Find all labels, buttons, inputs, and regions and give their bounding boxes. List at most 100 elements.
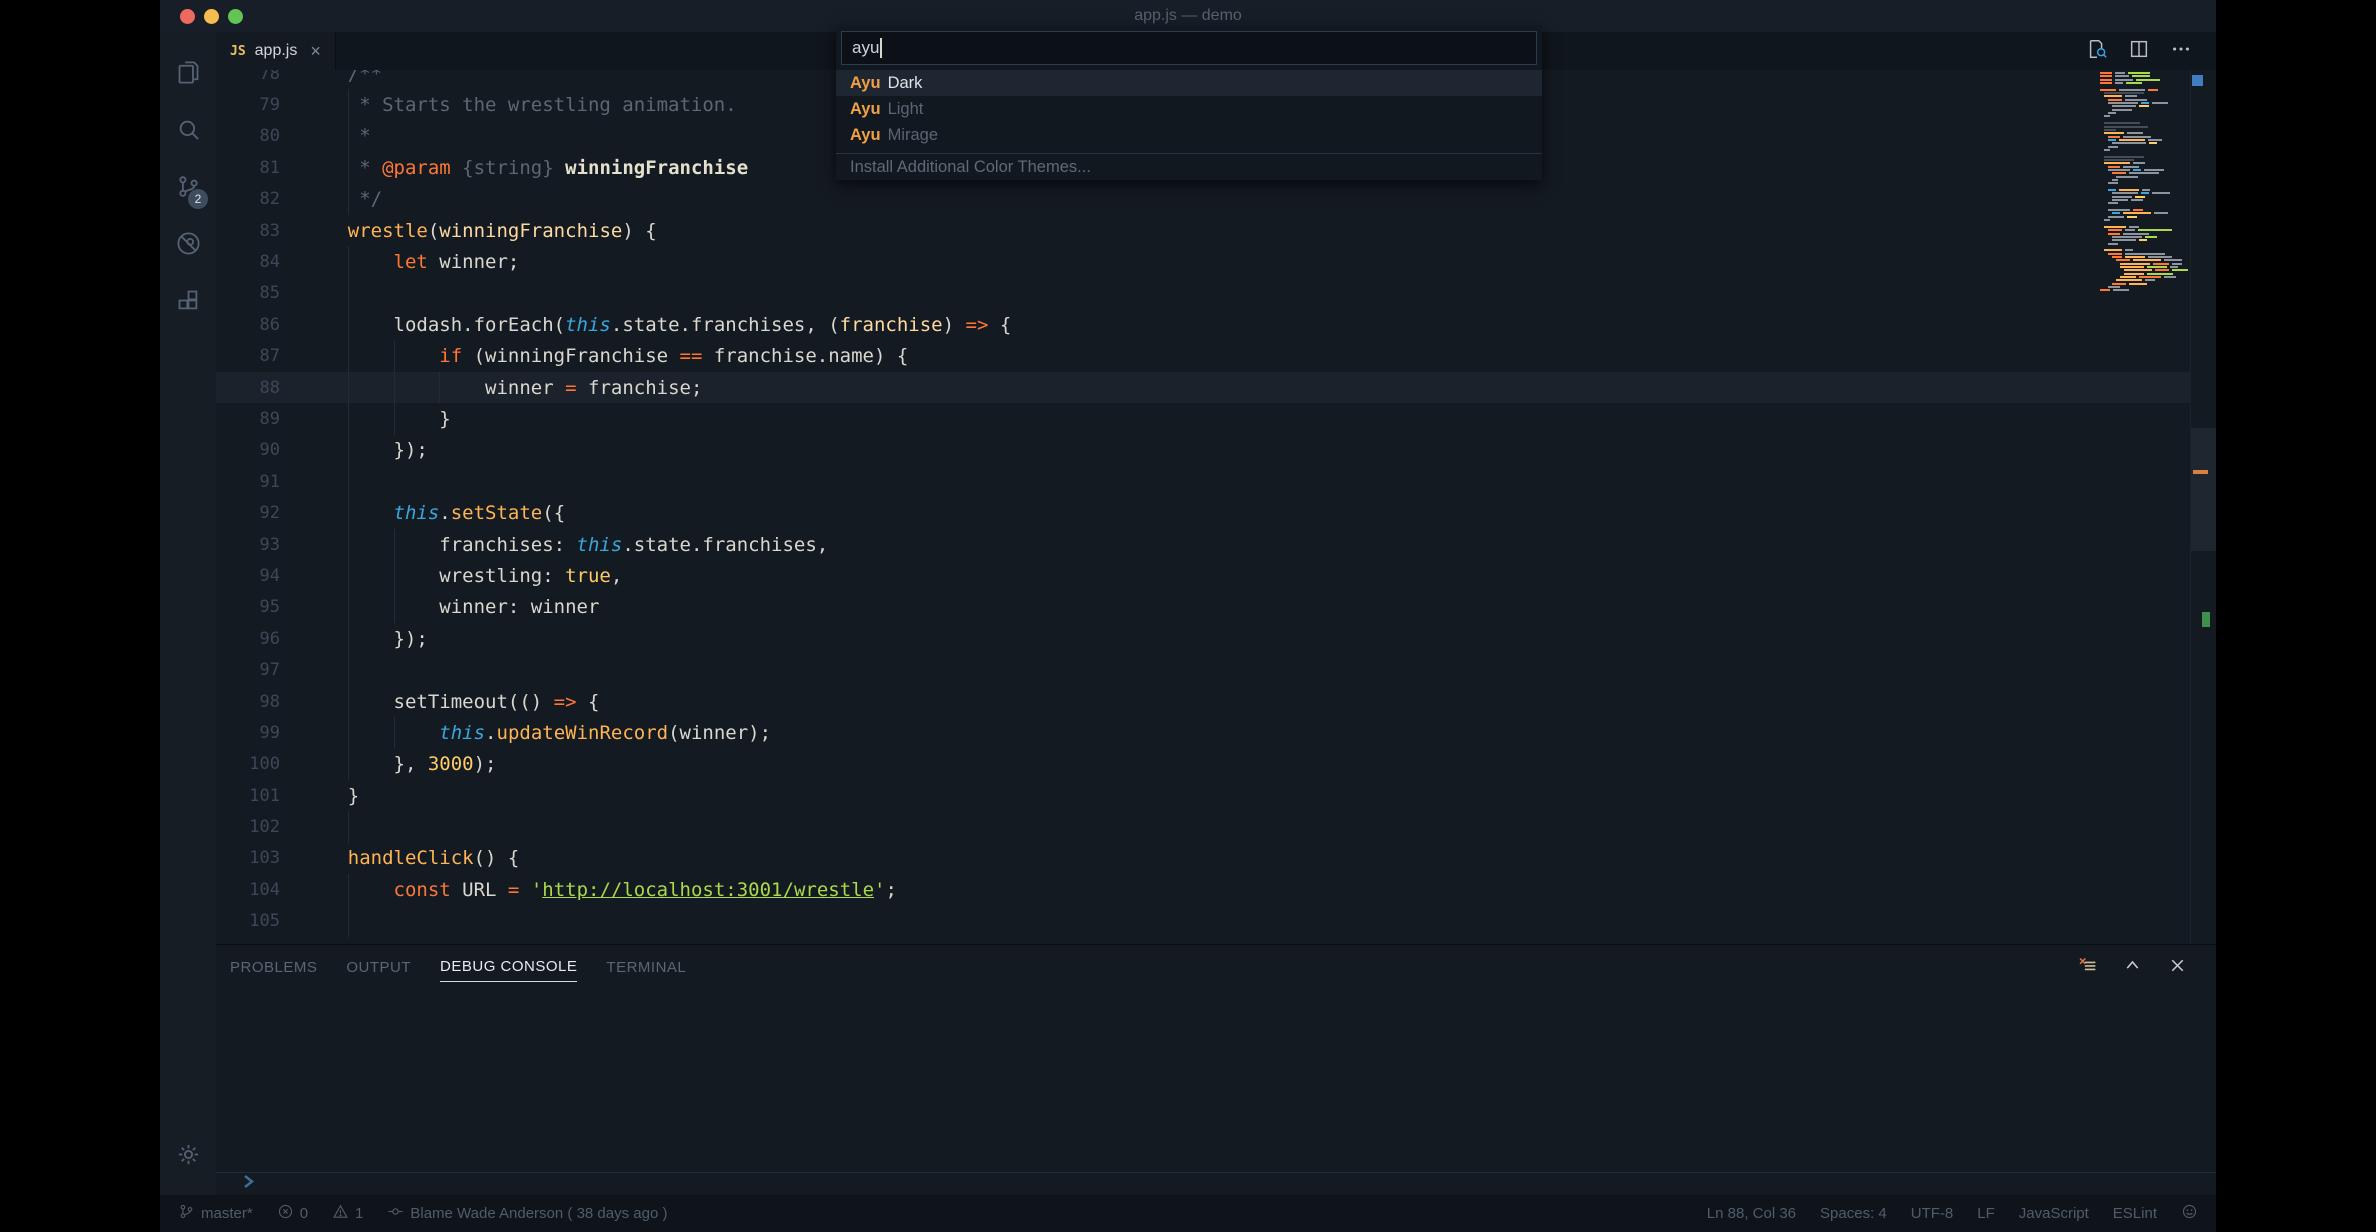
code-line[interactable]: 93 franchises: this.state.franchises, <box>216 529 2190 560</box>
line-number[interactable]: 100 <box>216 754 296 774</box>
status-item-javascript[interactable]: JavaScript <box>2019 1205 2089 1222</box>
code-line[interactable]: 91 <box>216 466 2190 497</box>
quick-pick-install-themes[interactable]: Install Additional Color Themes... <box>836 153 1542 180</box>
line-number[interactable]: 81 <box>216 158 296 178</box>
panel-tab-problems[interactable]: PROBLEMS <box>230 949 317 982</box>
status-item-utf-8[interactable]: UTF-8 <box>1911 1205 1954 1222</box>
debug-console-input[interactable] <box>216 1172 2216 1195</box>
status-item-ln-88-col-36[interactable]: Ln 88, Col 36 <box>1707 1205 1796 1222</box>
quick-pick-item-ayu-dark[interactable]: AyuDark <box>836 70 1542 96</box>
code-line[interactable]: 99 this.updateWinRecord(winner); <box>216 717 2190 748</box>
line-number[interactable]: 105 <box>216 911 296 931</box>
status-item-lf[interactable]: LF <box>1977 1205 1995 1222</box>
line-number[interactable]: 94 <box>216 566 296 586</box>
code-line[interactable]: 95 winner: winner <box>216 592 2190 623</box>
code-line[interactable]: 85 <box>216 278 2190 309</box>
code-line[interactable]: 103 handleClick() { <box>216 843 2190 874</box>
split-editor-icon[interactable] <box>2128 38 2150 65</box>
line-number[interactable]: 79 <box>216 95 296 115</box>
code-line[interactable]: 100 }, 3000); <box>216 749 2190 780</box>
line-number[interactable]: 89 <box>216 409 296 429</box>
activity-item-search[interactable] <box>160 103 216 160</box>
maximize-panel-icon[interactable] <box>2122 955 2143 981</box>
code-line[interactable]: 89 } <box>216 403 2190 434</box>
line-number[interactable]: 90 <box>216 440 296 460</box>
line-number[interactable]: 103 <box>216 848 296 868</box>
code-line[interactable]: 97 <box>216 654 2190 685</box>
line-number[interactable]: 86 <box>216 315 296 335</box>
line-number[interactable]: 101 <box>216 786 296 806</box>
line-number[interactable]: 91 <box>216 472 296 492</box>
code-line[interactable]: 101 } <box>216 780 2190 811</box>
minimize-window-button[interactable] <box>204 9 219 24</box>
code-line[interactable]: 102 <box>216 811 2190 842</box>
activity-item-source-control[interactable]: 2 <box>160 160 216 217</box>
code-line[interactable]: 94 wrestling: true, <box>216 560 2190 591</box>
line-number[interactable]: 93 <box>216 535 296 555</box>
status-item-0[interactable]: 0 <box>277 1203 308 1224</box>
status-item-blame-wade-anderson-38-days-ago[interactable]: Blame Wade Anderson ( 38 days ago ) <box>387 1203 667 1224</box>
activity-item-settings[interactable] <box>160 1128 216 1185</box>
status-item-smiley-icon[interactable] <box>2181 1203 2198 1224</box>
code-line[interactable]: 82 */ <box>216 184 2190 215</box>
line-number[interactable]: 102 <box>216 817 296 837</box>
tab-close-icon[interactable]: × <box>310 41 321 62</box>
quick-pick-item-ayu-mirage[interactable]: AyuMirage <box>836 122 1542 148</box>
quick-pick-input[interactable]: ayu <box>841 31 1537 65</box>
indent-guide <box>439 372 440 403</box>
clear-console-icon[interactable] <box>2077 955 2098 981</box>
code-line[interactable]: 84 let winner; <box>216 246 2190 277</box>
search-icon <box>175 116 202 148</box>
indent-guide <box>348 278 349 309</box>
line-number[interactable]: 104 <box>216 880 296 900</box>
line-number[interactable]: 80 <box>216 126 296 146</box>
code-line[interactable]: 105 <box>216 906 2190 937</box>
panel-tab-terminal[interactable]: TERMINAL <box>606 949 686 982</box>
line-number[interactable]: 96 <box>216 629 296 649</box>
debug-console-output[interactable] <box>216 985 2216 1172</box>
line-number[interactable]: 97 <box>216 660 296 680</box>
line-number[interactable]: 78 <box>216 70 296 84</box>
tab-appjs[interactable]: JS app.js × <box>216 32 336 70</box>
zoom-window-button[interactable] <box>228 9 243 24</box>
line-number[interactable]: 83 <box>216 221 296 241</box>
code-editor[interactable]: 78 /**79 * Starts the wrestling animatio… <box>216 70 2216 944</box>
panel-tab-debug-console[interactable]: DEBUG CONSOLE <box>440 948 577 982</box>
status-item-eslint[interactable]: ESLint <box>2113 1205 2157 1222</box>
code-line[interactable]: 88 winner = franchise; <box>216 372 2190 403</box>
panel-tab-output[interactable]: OUTPUT <box>346 949 411 982</box>
code-line[interactable]: 98 setTimeout(() => { <box>216 686 2190 717</box>
overview-ruler[interactable] <box>2190 70 2216 944</box>
line-number[interactable]: 95 <box>216 597 296 617</box>
line-number[interactable]: 85 <box>216 283 296 303</box>
minimap[interactable] <box>2100 72 2186 293</box>
open-changes-icon[interactable] <box>2086 38 2108 65</box>
code-line[interactable]: 83 wrestle(winningFranchise) { <box>216 215 2190 246</box>
code-line[interactable]: 90 }); <box>216 435 2190 466</box>
code-line[interactable]: 86 lodash.forEach(this.state.franchises,… <box>216 309 2190 340</box>
code-line[interactable]: 92 this.setState({ <box>216 497 2190 528</box>
code-line[interactable]: 87 if (winningFranchise == franchise.nam… <box>216 341 2190 372</box>
code-line[interactable]: 96 }); <box>216 623 2190 654</box>
text-cursor <box>880 38 882 58</box>
close-panel-icon[interactable] <box>2167 955 2188 981</box>
code-line[interactable]: 104 const URL = 'http://localhost:3001/w… <box>216 874 2190 905</box>
line-number[interactable]: 98 <box>216 692 296 712</box>
quick-pick-item-ayu-light[interactable]: AyuLight <box>836 96 1542 122</box>
close-window-button[interactable] <box>180 9 195 24</box>
indent-guide <box>348 560 349 591</box>
line-number[interactable]: 88 <box>216 378 296 398</box>
line-number[interactable]: 82 <box>216 189 296 209</box>
status-item-spaces-4[interactable]: Spaces: 4 <box>1820 1205 1887 1222</box>
more-actions-icon[interactable] <box>2170 38 2192 65</box>
scrollbar-slider[interactable] <box>2191 428 2216 551</box>
line-number[interactable]: 84 <box>216 252 296 272</box>
line-number[interactable]: 92 <box>216 503 296 523</box>
line-number[interactable]: 87 <box>216 346 296 366</box>
status-item-1[interactable]: 1 <box>332 1203 363 1224</box>
status-item-master[interactable]: master* <box>178 1203 253 1224</box>
activity-item-debug-disabled[interactable] <box>160 217 216 274</box>
activity-item-files[interactable] <box>160 46 216 103</box>
line-number[interactable]: 99 <box>216 723 296 743</box>
activity-item-extensions[interactable] <box>160 274 216 331</box>
